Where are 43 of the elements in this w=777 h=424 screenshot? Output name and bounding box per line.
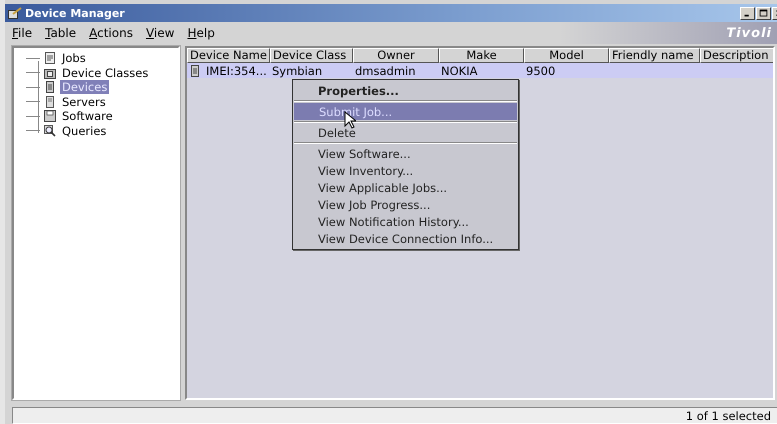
window-title: Device Manager bbox=[25, 6, 126, 20]
column-header[interactable]: Friendly name bbox=[609, 48, 700, 63]
tree-item[interactable]: Servers bbox=[60, 94, 108, 109]
menu-item[interactable]: Properties... bbox=[293, 82, 518, 99]
column-header[interactable]: Description bbox=[700, 48, 773, 63]
column-header[interactable]: Device Name bbox=[187, 48, 270, 63]
menu-item[interactable]: Delete bbox=[293, 124, 518, 141]
server-icon bbox=[44, 96, 56, 108]
menu-item[interactable]: View Notification History... bbox=[293, 213, 518, 230]
folder-icon bbox=[44, 66, 56, 79]
device-icon bbox=[44, 81, 56, 94]
menu-item[interactable]: View Applicable Jobs... bbox=[293, 179, 518, 196]
tree-item[interactable]: Device Classes bbox=[60, 66, 150, 80]
table-cell: NOKIA bbox=[441, 64, 478, 78]
menu-item[interactable]: Table bbox=[38, 26, 82, 40]
menu-item[interactable]: View Inventory... bbox=[293, 162, 518, 179]
table-cell: 9500 bbox=[526, 64, 556, 78]
menu-item[interactable]: Help bbox=[180, 26, 221, 40]
app-icon bbox=[8, 7, 22, 19]
status-text: 1 of 1 selected bbox=[686, 408, 771, 422]
menu-item[interactable]: View bbox=[138, 26, 180, 40]
tree-item[interactable]: Software bbox=[60, 109, 115, 124]
column-header[interactable]: Model bbox=[524, 48, 609, 63]
table-cell: IMEI:354... bbox=[206, 64, 267, 78]
menu-item[interactable]: Actions bbox=[82, 26, 139, 40]
device-icon bbox=[189, 64, 201, 76]
column-header[interactable]: Device Class bbox=[270, 48, 353, 63]
tree-item[interactable]: Queries bbox=[60, 124, 108, 138]
menu-item[interactable]: File bbox=[5, 26, 38, 40]
table-cell: dmsadmin bbox=[355, 64, 416, 78]
menu-item[interactable]: View Job Progress... bbox=[293, 196, 518, 213]
menu-item[interactable]: View Software... bbox=[293, 145, 518, 162]
minimize-icon[interactable] bbox=[740, 6, 755, 20]
clipboard-icon bbox=[44, 52, 56, 64]
column-header[interactable]: Make bbox=[439, 48, 524, 63]
column-header[interactable]: Owner bbox=[353, 48, 439, 63]
menu-item[interactable]: View Device Connection Info... bbox=[293, 230, 518, 247]
tree-item[interactable]: Jobs bbox=[60, 51, 88, 66]
magnifier-icon bbox=[44, 124, 56, 137]
table-cell: Symbian bbox=[272, 64, 322, 78]
brand-logo: Tivoli bbox=[726, 26, 772, 40]
maximize-icon[interactable] bbox=[756, 6, 771, 20]
table-row[interactable]: IMEI:354... Symbian dmsadmin NOKIA 9500 bbox=[187, 63, 773, 78]
